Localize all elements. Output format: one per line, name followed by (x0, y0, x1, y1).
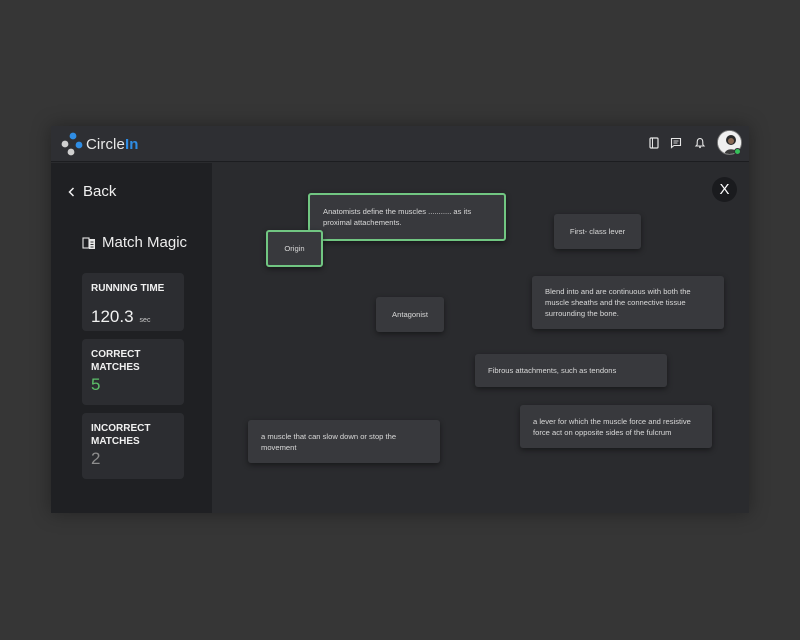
running-time-unit: sec (139, 317, 151, 324)
back-button[interactable]: Back (68, 183, 116, 200)
card-text: First- class lever (569, 227, 626, 236)
incorrect-matches-label: INCORRECT MATCHES (91, 423, 151, 447)
flashcards-icon (82, 236, 95, 249)
close-button[interactable]: X (712, 177, 737, 202)
bell-icon[interactable] (694, 137, 706, 149)
running-time-label: RUNNING TIME (91, 283, 165, 294)
match-card-fibrous-attachments[interactable]: Fibrous attachments, such as tendons (475, 354, 667, 387)
game-title: Match Magic (82, 234, 187, 251)
correct-matches-value: 5 (91, 375, 101, 394)
match-card-lever-definition[interactable]: a lever for which the muscle force and r… (520, 405, 712, 448)
match-card-slow-down[interactable]: a muscle that can slow down or stop the … (248, 420, 440, 463)
card-text: Antagonist (392, 310, 428, 319)
card-text: a lever for which the muscle force and r… (533, 416, 691, 437)
running-time-readout: 120.3 sec (91, 307, 175, 327)
running-time-card: RUNNING TIME 120.3 sec (82, 273, 184, 331)
chat-icon[interactable] (670, 137, 682, 149)
match-card-blend-into[interactable]: Blend into and are continuous with both … (532, 276, 724, 329)
card-text: Anatomists define the muscles ..........… (323, 207, 472, 227)
logo-accent-text: In (124, 136, 139, 153)
online-status-indicator (734, 148, 741, 155)
match-card-first-class-lever[interactable]: First- class lever (554, 214, 641, 249)
top-navigation-bar: CircleIn (51, 126, 749, 162)
circlein-logo-icon (61, 132, 83, 156)
close-label: X (719, 181, 730, 198)
correct-matches-label: CORRECT MATCHES (91, 349, 141, 373)
chevron-left-icon (68, 186, 75, 197)
correct-matches-card: CORRECT MATCHES 5 (82, 339, 184, 405)
match-card-antagonist[interactable]: Antagonist (376, 297, 444, 332)
running-time-value: 120.3 (91, 307, 134, 326)
incorrect-matches-value: 2 (91, 449, 101, 468)
card-text: Fibrous attachments, such as tendons (488, 366, 617, 375)
card-text: a muscle that can slow down or stop the … (261, 431, 397, 452)
notebook-icon[interactable] (648, 137, 660, 149)
match-card-definition-anatomists[interactable]: Anatomists define the muscles ..........… (308, 193, 506, 241)
app-window: CircleIn Back Match Magic RUNNING TIME 1… (51, 126, 749, 513)
game-sidebar: Back Match Magic RUNNING TIME 120.3 sec C… (51, 163, 212, 513)
app-logo-text[interactable]: CircleIn (86, 136, 138, 153)
back-label: Back (83, 183, 117, 200)
logo-main-text: Circle (86, 136, 125, 153)
match-card-origin[interactable]: Origin (266, 230, 323, 267)
game-title-text: Match Magic (102, 234, 188, 251)
card-text: Origin (284, 244, 305, 253)
card-text: Blend into and are continuous with both … (545, 287, 691, 318)
incorrect-matches-card: INCORRECT MATCHES 2 (82, 413, 184, 479)
